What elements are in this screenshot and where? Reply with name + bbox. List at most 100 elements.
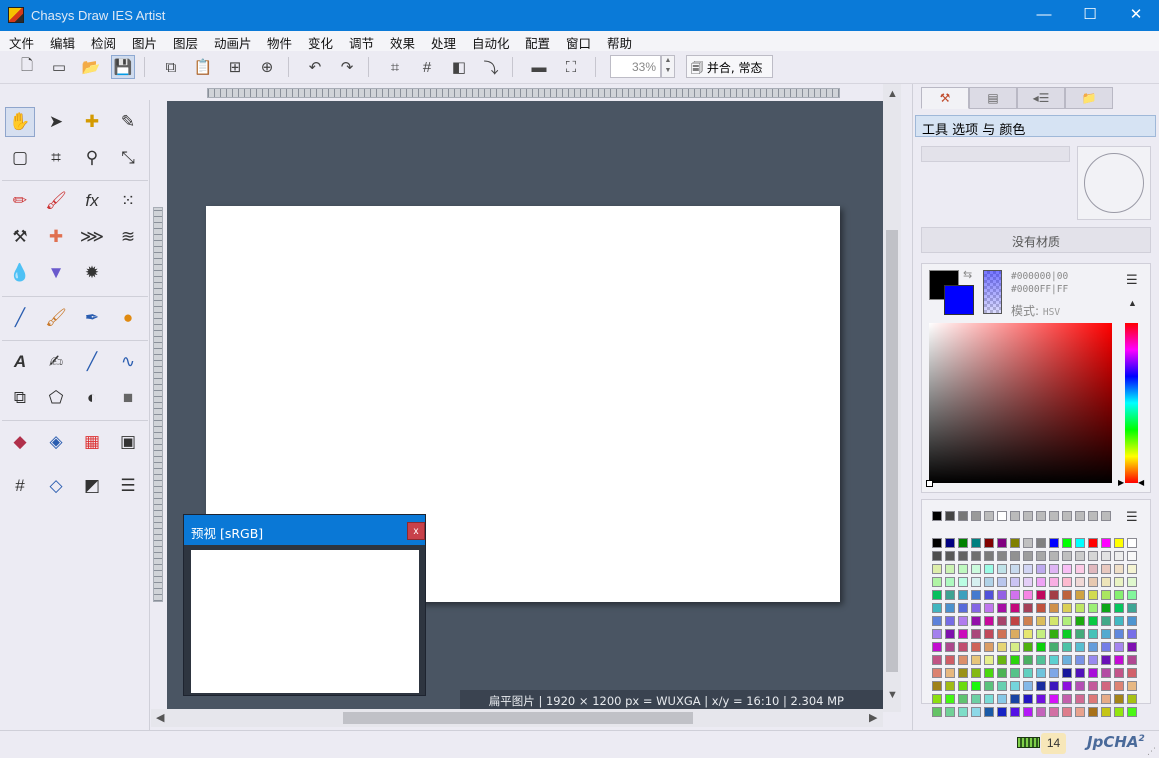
recent-color-swatch[interactable] [1010,511,1020,521]
hue-marker-right-icon[interactable]: ◀ [1138,478,1144,487]
drop-tool-icon[interactable]: 💧 [5,258,35,288]
recent-color-swatch[interactable] [984,511,994,521]
palette-swatch[interactable] [1036,681,1046,691]
wave-tool-icon[interactable]: ≋ [113,222,143,252]
palette-swatch[interactable] [1088,538,1098,548]
palette-swatch[interactable] [1023,629,1033,639]
menu-object[interactable]: 物件 [267,33,292,52]
palette-swatch[interactable] [971,694,981,704]
maximize-button[interactable]: ☐ [1067,0,1113,31]
palette-swatch[interactable] [984,707,994,717]
close-button[interactable]: ✕ [1113,0,1159,31]
palette-swatch[interactable] [1049,564,1059,574]
pen-tool-icon[interactable]: ✒ [77,303,107,333]
palette-swatch[interactable] [997,707,1007,717]
palette-swatch[interactable] [971,655,981,665]
scatter-tool-icon[interactable]: ⁙ [113,186,143,216]
palette-swatch[interactable] [1114,668,1124,678]
palette-swatch[interactable] [932,655,942,665]
polygon-tool-icon[interactable]: ⬠ [41,383,71,413]
palette-swatch[interactable] [958,551,968,561]
recent-color-swatch[interactable] [1049,511,1059,521]
ellipse-tool-icon[interactable]: ◐ [77,383,107,413]
palette-swatch[interactable] [984,642,994,652]
palette-swatch[interactable] [1101,538,1111,548]
palette-swatch[interactable] [1023,577,1033,587]
alpha-swatch[interactable] [983,270,1002,314]
preview-window[interactable]: 预视 [sRGB] x [183,514,426,696]
scroll-right-icon[interactable]: ▶ [869,711,877,724]
palette-swatch[interactable] [1088,564,1098,574]
menu-edit[interactable]: 编辑 [50,33,75,52]
preview-title[interactable]: 预视 [sRGB] [184,515,425,545]
palette-swatch[interactable] [984,668,994,678]
palette-swatch[interactable] [1075,642,1085,652]
recent-color-swatch[interactable] [1101,511,1111,521]
palette-swatch[interactable] [1088,577,1098,587]
palette-swatch[interactable] [1049,681,1059,691]
palette-swatch[interactable] [945,564,955,574]
palette-swatch[interactable] [1114,577,1124,587]
palette-swatch[interactable] [1075,551,1085,561]
tab-history[interactable]: ◂☰ [1017,87,1065,109]
palette-swatch[interactable] [1127,590,1137,600]
palette-swatch[interactable] [958,629,968,639]
palette-swatch[interactable] [1062,551,1072,561]
heal-tool-icon[interactable]: ✚ [41,222,71,252]
menu-help[interactable]: 帮助 [607,33,632,52]
sv-cursor[interactable] [926,480,933,487]
palette-swatch[interactable] [1088,681,1098,691]
collapse-up-icon[interactable]: ▲ [1128,298,1137,308]
palette-swatch[interactable] [958,590,968,600]
perspective-tool-icon[interactable]: ◩ [77,471,107,501]
palette-swatch[interactable] [1127,629,1137,639]
palette-swatch[interactable] [958,603,968,613]
palette-swatch[interactable] [1075,707,1085,717]
menu-config[interactable]: 配置 [525,33,550,52]
scroll-up-icon[interactable]: ▲ [887,88,898,100]
palette-swatch[interactable] [1049,603,1059,613]
bucket-tool-icon[interactable]: ◈ [41,427,71,457]
vertical-scrollbar[interactable]: ▲ ▼ [883,84,901,712]
palette-swatch[interactable] [1101,551,1111,561]
vertical-scroll-thumb[interactable] [886,230,898,672]
palette-swatch[interactable] [1114,603,1124,613]
no-material-label[interactable]: 没有材质 [921,227,1151,253]
palette-swatch[interactable] [984,616,994,626]
palette-swatch[interactable] [1114,616,1124,626]
palette-swatch[interactable] [1036,603,1046,613]
palette-swatch[interactable] [1114,681,1124,691]
palette-swatch[interactable] [1062,564,1072,574]
transform-tool-icon[interactable]: ⤡ [113,143,143,173]
palette-swatch[interactable] [997,681,1007,691]
palette-swatch[interactable] [1075,564,1085,574]
palette-swatch[interactable] [971,538,981,548]
tab-browser[interactable]: 📁 [1065,87,1113,109]
palette-swatch[interactable] [945,655,955,665]
fit-mode-button[interactable]: 🗐 并合, 常态 [686,55,773,78]
palette-swatch[interactable] [1075,629,1085,639]
palette-swatch[interactable] [958,707,968,717]
new-file-icon[interactable]: 🗋 [15,55,39,79]
palette-swatch[interactable] [1101,629,1111,639]
palette-swatch[interactable] [945,551,955,561]
path-tool-icon[interactable]: ✍ [41,347,71,377]
marker-tool-icon[interactable]: ╱ [5,303,35,333]
zoom-spinner[interactable]: ▲ ▼ [661,55,675,78]
recent-color-swatch[interactable] [1062,511,1072,521]
saturation-value-field[interactable] [929,323,1112,483]
palette-swatch[interactable] [1088,629,1098,639]
palette-swatch[interactable] [1023,668,1033,678]
move-tool-icon[interactable]: ✚ [77,107,107,137]
zoom-input[interactable]: 33% [610,55,661,78]
rotate-icon[interactable]: ⤵ [479,55,503,79]
palette-swatch[interactable] [984,577,994,587]
palette-swatch[interactable] [1127,668,1137,678]
palette-swatch[interactable] [1036,694,1046,704]
palette-swatch[interactable] [932,551,942,561]
palette-swatch[interactable] [1049,694,1059,704]
palette-swatch[interactable] [1010,681,1020,691]
palette-swatch[interactable] [1088,616,1098,626]
pointer-tool-icon[interactable]: ➤ [41,107,71,137]
palette-swatch[interactable] [1049,629,1059,639]
